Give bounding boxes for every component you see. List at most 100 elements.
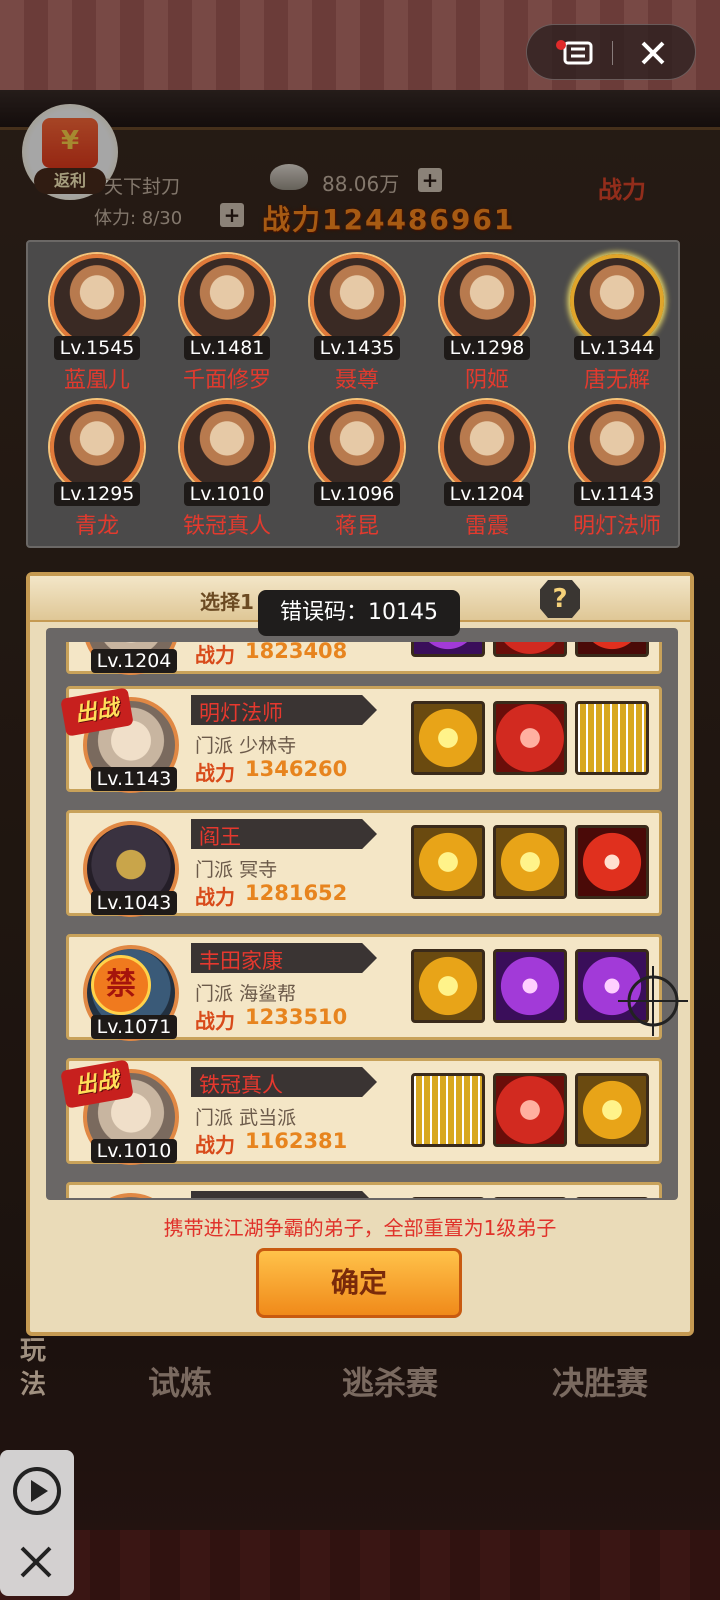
select-disciple-dialog: 选择1 的弟子 ? Lv.1204 战力 1823408 出战 Lv.1143 … bbox=[26, 572, 694, 1336]
hero-portrait bbox=[310, 254, 404, 348]
hero-level: Lv.1204 bbox=[444, 482, 530, 506]
team-hero[interactable]: Lv.1545 蓝凰儿 bbox=[32, 248, 162, 393]
team-hero[interactable]: Lv.1298 阴姬 bbox=[422, 248, 552, 393]
skill-icon bbox=[493, 1197, 567, 1198]
team-hero[interactable]: Lv.1096 蒋昆 bbox=[292, 394, 422, 539]
team-hero[interactable]: Lv.1435 聂尊 bbox=[292, 248, 422, 393]
disciple-card[interactable] bbox=[66, 1182, 662, 1198]
team-hero[interactable]: Lv.1481 千面修罗 bbox=[162, 248, 292, 393]
sect-value: 少林寺 bbox=[239, 735, 297, 757]
close-icon[interactable] bbox=[16, 1542, 56, 1582]
hero-name: 青龙 bbox=[74, 514, 119, 539]
hero-portrait bbox=[50, 400, 144, 494]
hero-level: Lv.1481 bbox=[184, 336, 270, 360]
play-icon[interactable] bbox=[12, 1466, 62, 1516]
banned-badge: 禁 bbox=[91, 955, 151, 1015]
skill-icon bbox=[493, 642, 567, 657]
team-hero[interactable]: Lv.1295 青龙 bbox=[32, 394, 162, 539]
hero-name: 蓝凰儿 bbox=[63, 368, 130, 393]
hero-portrait bbox=[310, 400, 404, 494]
close-icon[interactable] bbox=[639, 39, 667, 67]
hero-name: 明灯法师 bbox=[572, 514, 661, 539]
disciple-power: 1823408 bbox=[245, 642, 348, 663]
disciple-sect: 门派 冥寺 bbox=[195, 855, 277, 882]
floating-control-panel bbox=[0, 1450, 74, 1596]
hero-portrait bbox=[180, 400, 274, 494]
hero-level: Lv.1295 bbox=[54, 482, 140, 506]
disciple-sect: 门派 武当派 bbox=[195, 1103, 296, 1130]
touch-cursor-icon bbox=[618, 966, 688, 1036]
team-hero[interactable]: Lv.1010 铁冠真人 bbox=[162, 394, 292, 539]
sect-value: 海鲨帮 bbox=[239, 983, 297, 1005]
team-hero[interactable]: Lv.1143 明灯法师 bbox=[552, 394, 682, 539]
disciple-level: Lv.1071 bbox=[91, 1015, 177, 1039]
hero-name: 阴姬 bbox=[464, 368, 509, 393]
help-button[interactable]: ? bbox=[540, 580, 580, 618]
disciple-name: 阎王 bbox=[199, 825, 241, 849]
disciple-power: 1346260 bbox=[245, 757, 348, 781]
hero-name: 铁冠真人 bbox=[182, 514, 271, 539]
team-hero[interactable]: Lv.1204 雷震 bbox=[422, 394, 552, 539]
palm-skill-icon bbox=[493, 701, 567, 775]
skill-icon bbox=[493, 949, 567, 1023]
hero-level: Lv.1143 bbox=[574, 482, 660, 506]
tab-trial[interactable]: 试炼 bbox=[148, 1358, 212, 1404]
name-bar bbox=[191, 1191, 377, 1198]
hero-level: Lv.1298 bbox=[444, 336, 530, 360]
menu-icon[interactable] bbox=[555, 39, 593, 67]
hero-level: Lv.1545 bbox=[54, 336, 140, 360]
disciple-card[interactable]: Lv.1204 战力 1823408 bbox=[66, 642, 662, 675]
hero-level: Lv.1344 bbox=[574, 336, 660, 360]
disciple-card[interactable]: 禁 Lv.1071 丰田家康 门派 海鲨帮 战力 1233510 bbox=[66, 934, 662, 1041]
power-label: 战力 bbox=[195, 643, 235, 667]
power-label: 战力 bbox=[195, 885, 235, 909]
tab-battle-royale[interactable]: 逃杀赛 bbox=[342, 1358, 438, 1404]
sect-label: 门派 bbox=[195, 1107, 234, 1129]
disciple-card[interactable]: 出战 Lv.1010 铁冠真人 门派 武当派 战力 1162381 bbox=[60, 1058, 662, 1165]
disciple-level: Lv.1043 bbox=[91, 891, 177, 915]
disciple-power: 1233510 bbox=[245, 1005, 348, 1029]
disciple-name: 明灯法师 bbox=[199, 701, 283, 725]
reset-warning: 携带进江湖争霸的弟子，全部重置为1级弟子 bbox=[163, 1216, 557, 1240]
hero-name: 千面修罗 bbox=[182, 368, 271, 393]
skill-icon bbox=[411, 825, 485, 899]
skill-icon bbox=[411, 701, 485, 775]
skill-icon bbox=[575, 642, 649, 657]
hero-name: 唐无解 bbox=[583, 368, 650, 393]
disciple-power: 1162381 bbox=[245, 1129, 348, 1153]
sect-value: 武当派 bbox=[239, 1107, 297, 1129]
hero-name: 雷震 bbox=[464, 514, 509, 539]
disciple-power: 1281652 bbox=[245, 881, 348, 905]
disciple-sect: 门派 少林寺 bbox=[195, 731, 296, 758]
team-hero[interactable]: Lv.1344 唐无解 bbox=[552, 248, 682, 393]
sect-label: 门派 bbox=[195, 983, 234, 1005]
hero-portrait bbox=[570, 254, 664, 348]
capsule-divider bbox=[612, 41, 613, 65]
hero-portrait bbox=[180, 254, 274, 348]
skill-icon bbox=[411, 1197, 485, 1198]
error-toast: 错误码：10145 bbox=[258, 590, 460, 636]
hero-name: 蒋昆 bbox=[334, 514, 379, 539]
capsule-menu bbox=[526, 24, 696, 80]
disciple-list[interactable]: Lv.1204 战力 1823408 出战 Lv.1143 明灯法师 门派 少林… bbox=[46, 642, 678, 1198]
selected-team-panel: Lv.1545 蓝凰儿 Lv.1481 千面修罗 Lv.1435 聂尊 Lv.1… bbox=[26, 240, 680, 548]
disciple-level: Lv.1204 bbox=[91, 649, 177, 673]
hero-portrait bbox=[50, 254, 144, 348]
tab-final[interactable]: 决胜赛 bbox=[552, 1358, 648, 1404]
power-label: 战力 bbox=[195, 761, 235, 785]
hero-name: 聂尊 bbox=[334, 368, 379, 393]
disciple-card[interactable]: Lv.1043 阎王 门派 冥寺 战力 1281652 bbox=[66, 810, 662, 917]
skill-icon bbox=[575, 1197, 649, 1198]
disciple-sect: 门派 海鲨帮 bbox=[195, 979, 296, 1006]
disciple-name: 丰田家康 bbox=[199, 949, 283, 973]
sect-label: 门派 bbox=[195, 735, 234, 757]
play-mode-label[interactable]: 玩法 bbox=[20, 1334, 56, 1402]
hero-level: Lv.1435 bbox=[314, 336, 400, 360]
hero-portrait bbox=[440, 254, 534, 348]
skill-icon bbox=[575, 701, 649, 775]
confirm-button[interactable]: 确定 bbox=[256, 1248, 462, 1318]
disciple-name: 铁冠真人 bbox=[199, 1073, 283, 1097]
skill-icon bbox=[411, 949, 485, 1023]
disciple-card[interactable]: 出战 Lv.1143 明灯法师 门派 少林寺 战力 1346260 bbox=[60, 686, 662, 793]
skill-icon bbox=[411, 642, 485, 657]
